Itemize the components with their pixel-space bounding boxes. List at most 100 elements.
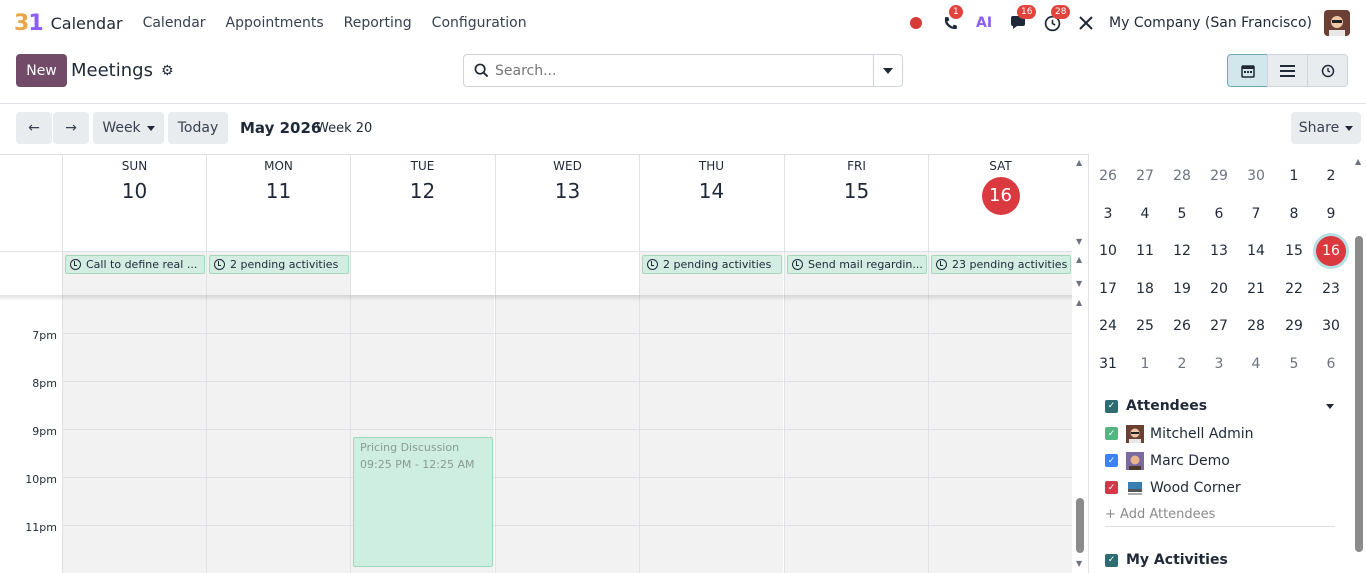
next-button[interactable]: → [53,112,89,144]
mini-calendar-day[interactable]: 5 [1279,352,1309,382]
scroll-up-icon[interactable]: ▲ [1355,157,1361,166]
mini-calendar-day[interactable]: 28 [1241,314,1271,344]
attendees-checkbox[interactable]: ✓ [1105,399,1118,413]
scroll-down-icon[interactable]: ▼ [1076,559,1082,568]
day-header[interactable]: SUN 10 [62,155,206,251]
menu-calendar[interactable]: Calendar [143,15,206,31]
mini-calendar-day[interactable]: 12 [1167,239,1197,269]
attendee-checkbox[interactable]: ✓ [1105,481,1118,494]
mini-calendar-day[interactable]: 1 [1279,164,1309,194]
tools-icon[interactable] [1077,14,1095,32]
scale-dropdown[interactable]: Week [93,112,164,144]
day-header[interactable]: SAT 16 [928,155,1072,251]
mini-calendar-day[interactable]: 2 [1167,352,1197,382]
previous-button[interactable]: ← [16,112,52,144]
mini-calendar-day[interactable]: 2 [1316,164,1346,194]
mini-calendar-day[interactable]: 24 [1093,314,1123,344]
mini-calendar-day[interactable]: 22 [1279,277,1309,307]
mini-calendar-day[interactable]: 5 [1167,202,1197,232]
today-button[interactable]: Today [168,112,228,144]
grid-scrollbar[interactable]: ▲ ▼ [1072,295,1088,573]
scroll-thumb[interactable] [1076,498,1084,553]
mini-calendar-day[interactable]: 28 [1167,164,1197,194]
my-activities-header[interactable]: ✓ My Activities [1105,552,1228,568]
activity-view-button[interactable] [1307,54,1348,87]
mini-calendar-day[interactable]: 26 [1093,164,1123,194]
add-attendees-input[interactable]: + Add Attendees [1105,507,1345,522]
attendees-header[interactable]: ✓ Attendees [1105,398,1345,414]
day-header[interactable]: THU 14 [639,155,783,251]
mini-calendar-day[interactable]: 30 [1316,314,1346,344]
search-input[interactable] [489,55,873,86]
mini-calendar-day[interactable]: 3 [1204,352,1234,382]
activity-clock-icon[interactable]: 28 [1043,5,1071,32]
day-column[interactable] [784,295,928,573]
day-column[interactable] [495,295,639,573]
phone-icon[interactable]: 1 [941,5,963,32]
scroll-up-icon[interactable]: ▲ [1076,158,1082,167]
share-button[interactable]: Share [1291,112,1361,144]
header-scrollbar[interactable]: ▲ ▼ [1072,155,1088,251]
mini-calendar-day[interactable]: 11 [1130,239,1160,269]
mini-calendar-day[interactable]: 25 [1130,314,1160,344]
gear-icon[interactable]: ⚙ [161,63,174,79]
day-column[interactable] [62,295,206,573]
activity-pill[interactable]: Send mail regardin... [787,255,927,274]
day-header[interactable]: MON 11 [206,155,350,251]
mini-calendar-day[interactable]: 26 [1167,314,1197,344]
allday-cell[interactable] [350,252,494,296]
mini-calendar-day[interactable]: 4 [1241,352,1271,382]
mini-calendar-day[interactable]: 3 [1093,202,1123,232]
activity-pill[interactable]: 23 pending activities [931,255,1071,274]
day-header[interactable]: TUE 12 [350,155,494,251]
mini-calendar-day[interactable]: 7 [1241,202,1271,232]
mini-calendar-day[interactable]: 20 [1204,277,1234,307]
mini-calendar-day[interactable]: 29 [1279,314,1309,344]
search-options-toggle[interactable] [873,55,902,86]
mini-calendar-day[interactable]: 29 [1204,164,1234,194]
activity-pill[interactable]: 2 pending activities [642,255,782,274]
activity-pill[interactable]: 2 pending activities [209,255,349,274]
scroll-up-icon[interactable]: ▲ [1076,255,1082,264]
scroll-up-icon[interactable]: ▲ [1076,298,1082,307]
app-brand[interactable]: 31 Calendar [14,11,123,36]
user-avatar[interactable] [1324,10,1350,36]
mini-calendar-day[interactable]: 8 [1279,202,1309,232]
mini-calendar-day[interactable]: 4 [1130,202,1160,232]
attendee-item[interactable]: ✓ Marc Demo [1105,447,1345,474]
day-header[interactable]: FRI 15 [784,155,928,251]
list-view-button[interactable] [1267,54,1308,87]
menu-reporting[interactable]: Reporting [344,15,412,31]
sidebar-scrollbar[interactable]: ▲ [1351,154,1366,573]
scroll-down-icon[interactable]: ▼ [1076,279,1082,288]
day-column[interactable] [928,295,1072,573]
company-switcher[interactable]: My Company (San Francisco) [1109,15,1312,31]
mini-calendar-day[interactable]: 31 [1093,352,1123,382]
record-icon[interactable] [907,14,925,32]
attendee-item[interactable]: ✓ Mitchell Admin [1105,420,1345,447]
mini-calendar-day[interactable]: 6 [1204,202,1234,232]
menu-configuration[interactable]: Configuration [432,15,527,31]
mini-calendar-day[interactable]: 27 [1204,314,1234,344]
mini-calendar-day[interactable]: 14 [1241,239,1271,269]
scroll-thumb[interactable] [1355,236,1363,552]
mini-calendar-day[interactable]: 6 [1316,352,1346,382]
mini-calendar-day[interactable]: 13 [1204,239,1234,269]
mini-calendar-day[interactable]: 23 [1316,277,1346,307]
mini-calendar-day[interactable]: 9 [1316,202,1346,232]
mini-calendar-day[interactable]: 27 [1130,164,1160,194]
mini-calendar-day[interactable]: 30 [1241,164,1271,194]
activity-pill[interactable]: Call to define real ... [65,255,205,274]
day-column[interactable] [639,295,783,573]
mini-calendar-day[interactable]: 10 [1093,239,1123,269]
mini-calendar-day[interactable]: 17 [1093,277,1123,307]
day-header[interactable]: WED 13 [495,155,639,251]
allday-cell[interactable] [495,252,639,296]
mini-calendar-day[interactable]: 19 [1167,277,1197,307]
mini-calendar-day[interactable]: 21 [1241,277,1271,307]
attendee-checkbox[interactable]: ✓ [1105,427,1118,440]
menu-appointments[interactable]: Appointments [226,15,324,31]
my-activities-checkbox[interactable]: ✓ [1105,553,1118,567]
attendee-item[interactable]: ✓ Wood Corner [1105,474,1345,501]
new-button[interactable]: New [16,54,67,87]
